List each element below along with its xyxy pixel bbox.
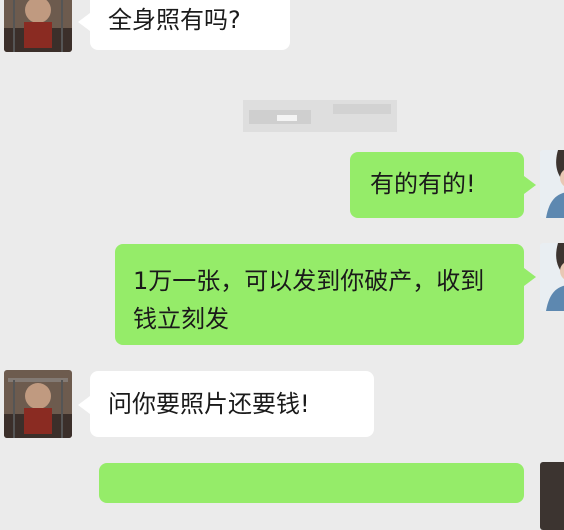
- message-bubble-incoming[interactable]: 全身照有吗?: [90, 0, 290, 50]
- contact-avatar[interactable]: [4, 0, 72, 52]
- message-text: 全身照有吗?: [108, 6, 241, 34]
- bubble-tail: [524, 268, 536, 286]
- system-timestamp: [243, 100, 397, 132]
- self-avatar-image: [540, 150, 564, 218]
- message-bubble-outgoing[interactable]: [99, 463, 524, 503]
- self-avatar[interactable]: [540, 150, 564, 218]
- message-bubble-outgoing[interactable]: 有的有的!: [350, 152, 524, 218]
- message-text: 有的有的!: [370, 170, 476, 198]
- bubble-tail: [524, 176, 536, 194]
- message-bubble-incoming[interactable]: 问你要照片还要钱!: [90, 371, 374, 437]
- self-avatar-image: [540, 243, 564, 311]
- contact-avatar[interactable]: [4, 370, 72, 438]
- contact-avatar-image: [4, 0, 72, 52]
- message-text: 1万一张，可以发到你破产，收到钱立刻发: [133, 267, 485, 333]
- self-avatar-image: [540, 462, 564, 530]
- bubble-tail: [78, 13, 90, 31]
- contact-avatar-image: [4, 370, 72, 438]
- message-bubble-outgoing[interactable]: 1万一张，可以发到你破产，收到钱立刻发: [115, 244, 524, 345]
- message-text: 问你要照片还要钱!: [108, 390, 310, 418]
- self-avatar[interactable]: [540, 243, 564, 311]
- bubble-tail: [78, 396, 90, 414]
- self-avatar[interactable]: [540, 462, 564, 530]
